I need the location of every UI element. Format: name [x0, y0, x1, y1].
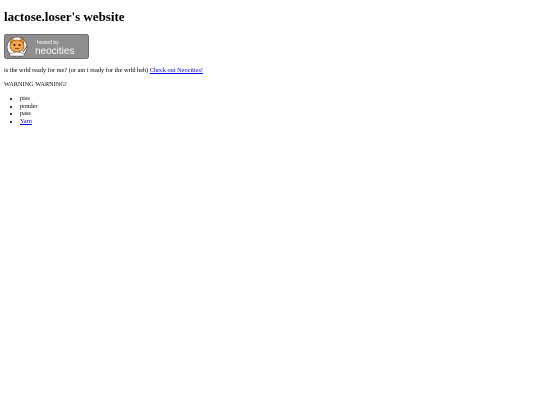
list-item: ponder: [20, 103, 536, 111]
item-list: piss ponder pass Yarn: [4, 95, 536, 125]
cat-mascot-icon: [6, 36, 28, 58]
check-out-neocities-link[interactable]: Check out Neocities!: [150, 67, 203, 74]
intro-paragraph: is the wrld ready for me? (or am i ready…: [4, 67, 536, 75]
list-item-link: Yarn: [20, 118, 536, 126]
list-item: piss: [20, 95, 536, 103]
badge-line2: neocities: [35, 46, 74, 57]
neocities-badge[interactable]: hosted by neocities: [4, 34, 89, 59]
page-content: lactose.loser's website hosted by neocit…: [0, 0, 540, 125]
list-item: pass: [20, 110, 536, 118]
intro-text: is the wrld ready for me? (or am i ready…: [4, 67, 149, 74]
yarn-link[interactable]: Yarn: [20, 118, 32, 125]
page-title: lactose.loser's website: [4, 9, 125, 24]
warning-text: WARNING WARNING!: [4, 81, 68, 88]
